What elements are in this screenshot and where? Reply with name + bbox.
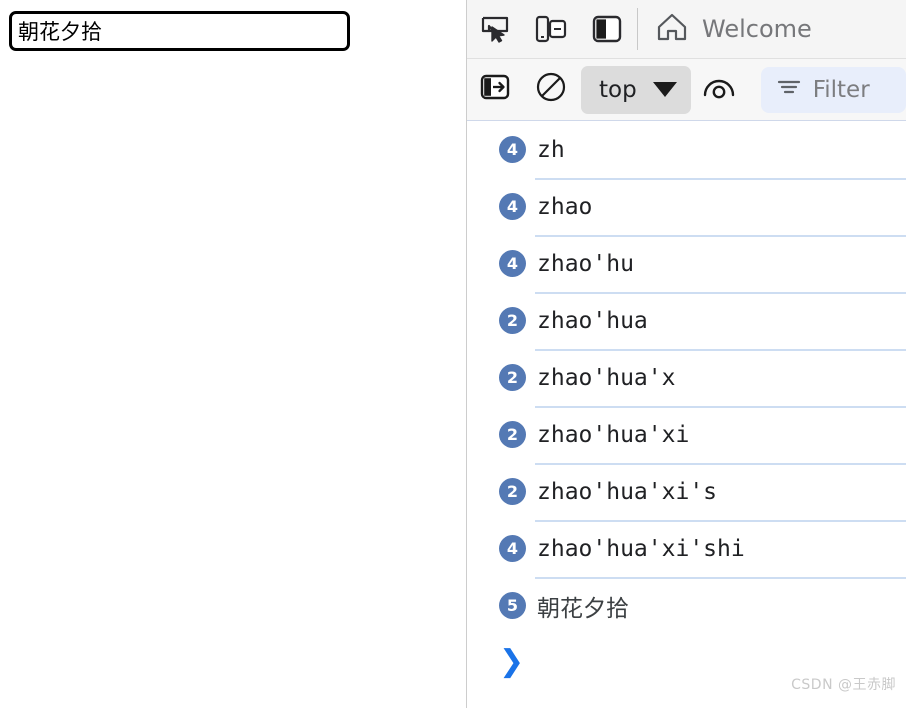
message-count-badge: 4 <box>499 136 526 163</box>
devtools-tabbar: Welcome <box>467 0 906 59</box>
console-message-row[interactable]: 5 朝花夕拾 <box>467 577 906 634</box>
console-message-text: zhao <box>537 193 593 220</box>
device-toolbar-icon <box>535 15 567 43</box>
clear-console-button[interactable] <box>523 59 579 121</box>
console-message-row[interactable]: 4 zh <box>467 121 906 178</box>
console-message-row[interactable]: 2 zhao'hua'xi's <box>467 463 906 520</box>
message-count-badge: 4 <box>499 193 526 220</box>
clear-console-icon <box>535 71 567 108</box>
console-filter-input[interactable]: Filter <box>760 66 906 113</box>
console-message-text: zhao'hua <box>537 307 648 334</box>
message-count-badge: 4 <box>499 535 526 562</box>
web-page-area <box>0 0 466 708</box>
message-count-badge: 5 <box>499 592 526 619</box>
dock-side-button[interactable] <box>579 0 635 59</box>
tabbar-divider <box>637 8 638 50</box>
console-message-text: zhao'hua'xi <box>537 421 690 448</box>
execution-context-dropdown[interactable]: top <box>581 65 691 114</box>
chevron-down-icon <box>652 82 677 97</box>
console-sidebar-icon <box>480 74 510 105</box>
console-filter-placeholder: Filter <box>812 76 870 103</box>
console-message-text: 朝花夕拾 <box>537 595 629 622</box>
watermark: CSDN @王赤脚 <box>791 677 896 693</box>
console-message-text: zhao'hua'x <box>537 364 676 391</box>
console-message-text: zhao'hua'xi's <box>537 478 718 505</box>
console-message-text: zhao'hu <box>537 250 634 277</box>
live-expression-eye-icon <box>702 74 736 105</box>
devtools-panel: Welcome top Filter 4 zh 4 zhao 4 zhao'hu… <box>466 0 906 708</box>
live-expression-button[interactable] <box>691 59 747 121</box>
console-message-row[interactable]: 2 zhao'hua'xi <box>467 406 906 463</box>
prompt-chevron-icon: ❯ <box>499 644 525 679</box>
message-count-badge: 2 <box>499 478 526 505</box>
console-message-row[interactable]: 2 zhao'hua'x <box>467 349 906 406</box>
message-count-badge: 2 <box>499 364 526 391</box>
console-message-row[interactable]: 4 zhao'hu <box>467 235 906 292</box>
inspect-element-icon <box>480 15 510 43</box>
tab-welcome[interactable]: Welcome <box>642 0 830 59</box>
tab-welcome-label: Welcome <box>702 15 812 43</box>
filter-icon <box>777 77 801 102</box>
console-message-text: zh <box>537 136 565 163</box>
message-count-badge: 2 <box>499 307 526 334</box>
search-input[interactable] <box>9 11 350 51</box>
console-message-row[interactable]: 4 zhao <box>467 178 906 235</box>
console-message-text: zhao'hua'xi'shi <box>537 535 745 562</box>
console-toolbar: top Filter <box>467 59 906 121</box>
console-message-row[interactable]: 4 zhao'hua'xi'shi <box>467 520 906 577</box>
dock-side-icon <box>592 15 622 43</box>
console-message-row[interactable]: 2 zhao'hua <box>467 292 906 349</box>
message-count-badge: 2 <box>499 421 526 448</box>
execution-context-label: top <box>599 76 637 103</box>
console-message-list: 4 zh 4 zhao 4 zhao'hu 2 zhao'hua 2 zhao'hua'x 2 zha… <box>467 121 906 634</box>
inspect-element-button[interactable] <box>467 0 523 59</box>
home-icon <box>656 12 688 47</box>
message-count-badge: 4 <box>499 250 526 277</box>
console-sidebar-button[interactable] <box>467 59 523 121</box>
device-toolbar-button[interactable] <box>523 0 579 59</box>
